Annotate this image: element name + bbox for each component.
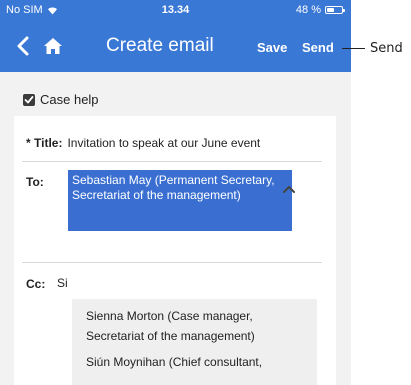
email-form: * Title: Invitation to speak at our June … (14, 116, 336, 385)
to-label: To: (26, 175, 44, 189)
divider (22, 262, 322, 263)
suggestion-line: Sienna Morton (Case manager, (86, 309, 253, 323)
suggestion-line: Siún Moynihan (Chief consultant, (86, 355, 263, 369)
send-button[interactable]: Send (302, 40, 334, 55)
cc-input[interactable] (57, 275, 257, 291)
suggestion-line: Secretariat of the management) (86, 329, 255, 343)
chevron-up-icon[interactable] (282, 181, 296, 193)
page-title: Create email (106, 35, 214, 56)
nav-bar: Create email Save Send (0, 20, 351, 72)
case-help-toggle[interactable]: Case help (23, 92, 99, 107)
title-label: * Title: (26, 136, 63, 150)
phone-screen: No SIM 13.34 48 % Create email Save Send (0, 0, 351, 385)
battery-label: 48 % (295, 4, 321, 16)
cc-label: Cc: (26, 277, 46, 291)
battery-indicator: 48 % (295, 4, 345, 16)
divider (22, 161, 322, 162)
title-row[interactable]: * Title: Invitation to speak at our June … (26, 136, 260, 150)
status-bar: No SIM 13.34 48 % (0, 0, 351, 20)
suggestion-list: Sienna Morton (Case manager, Secretariat… (72, 299, 317, 385)
suggestion-item[interactable]: Siún Moynihan (Chief consultant, (86, 352, 262, 372)
case-help-label: Case help (40, 92, 99, 107)
save-button[interactable]: Save (257, 40, 287, 55)
case-help-checkbox[interactable] (23, 93, 35, 106)
home-icon[interactable] (42, 35, 64, 57)
back-icon[interactable] (14, 34, 34, 58)
to-recipient-chip[interactable]: Sebastian May (Permanent Secretary, Secr… (68, 170, 292, 231)
callout-line (342, 48, 365, 49)
title-value[interactable]: Invitation to speak at our June event (67, 136, 260, 150)
checkmark-icon (24, 95, 34, 103)
battery-icon (325, 6, 345, 14)
suggestion-item[interactable]: Sienna Morton (Case manager, Secretariat… (86, 306, 255, 346)
send-callout-label: Send (370, 41, 403, 56)
